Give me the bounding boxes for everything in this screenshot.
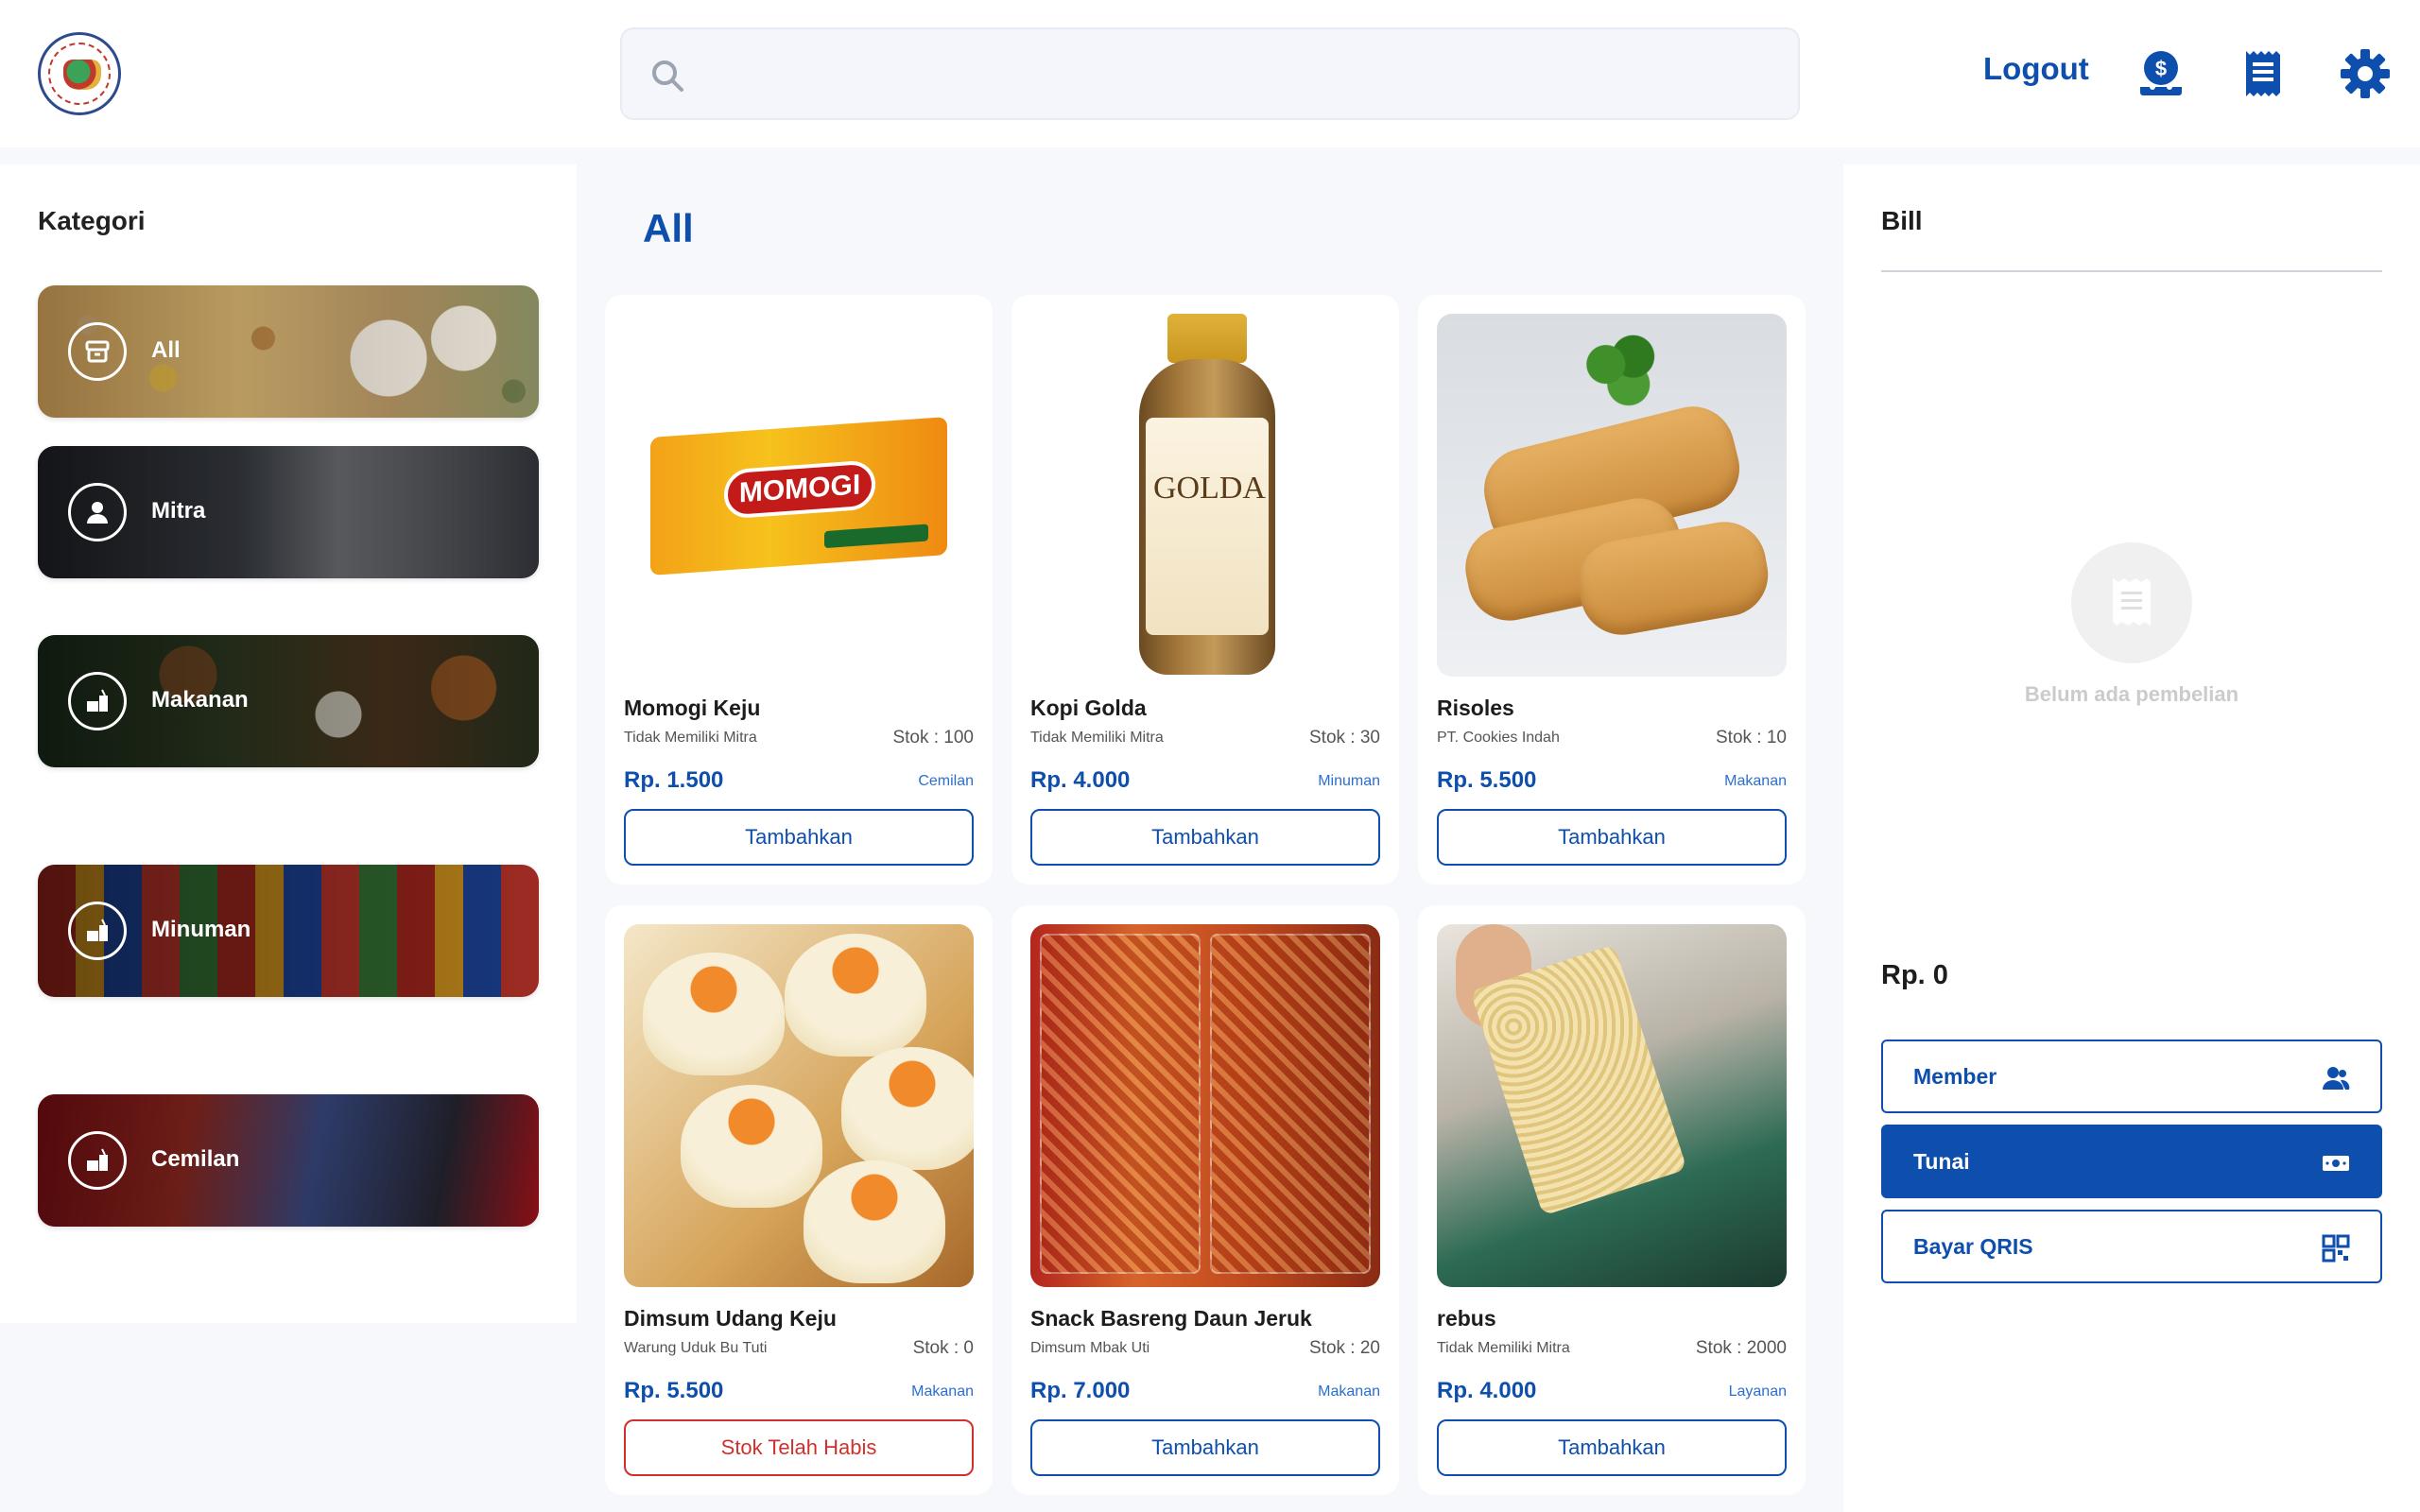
- top-header: Logout $: [0, 0, 2420, 147]
- category-label: Minuman: [151, 917, 251, 942]
- product-card: GOLDA Kopi Golda Tidak Memiliki Mitra St…: [1011, 295, 1399, 885]
- cooperative-logo[interactable]: [38, 32, 121, 115]
- add-to-bill-button[interactable]: Tambahkan: [1030, 1419, 1380, 1476]
- out-of-stock-button[interactable]: Stok Telah Habis: [624, 1419, 974, 1476]
- product-price: Rp. 5.500: [1437, 767, 1537, 793]
- product-name: Snack Basreng Daun Jeruk: [1030, 1306, 1312, 1331]
- product-mitra: Dimsum Mbak Uti: [1030, 1340, 1150, 1356]
- add-to-bill-button[interactable]: Tambahkan: [1437, 1419, 1787, 1476]
- product-mitra: PT. Cookies Indah: [1437, 730, 1560, 746]
- product-stock: Stok : 10: [1716, 728, 1787, 747]
- product-category: Minuman: [1318, 773, 1380, 789]
- category-label: Cemilan: [151, 1146, 240, 1172]
- bill-title: Bill: [1881, 206, 1923, 235]
- page-title: All: [643, 206, 694, 250]
- product-image: [1437, 924, 1787, 1287]
- logout-button[interactable]: Logout: [1983, 51, 2089, 87]
- search-icon: [652, 60, 683, 92]
- svg-text:$: $: [2155, 57, 2167, 80]
- product-price: Rp. 7.000: [1030, 1378, 1131, 1403]
- category-label: All: [151, 337, 181, 363]
- pay-option-label: Tunai: [1913, 1149, 1970, 1174]
- product-category: Makanan: [911, 1383, 974, 1400]
- product-name: Kopi Golda: [1030, 696, 1147, 720]
- empty-bill-message: Belum ada pembelian: [2024, 682, 2239, 706]
- bottle-brand-text: GOLDA: [1153, 471, 1266, 506]
- search-input[interactable]: [707, 48, 1766, 101]
- add-to-bill-button[interactable]: Tambahkan: [1030, 809, 1380, 866]
- product-mitra: Tidak Memiliki Mitra: [1030, 730, 1164, 746]
- payment-icon[interactable]: $: [2135, 47, 2187, 100]
- product-price: Rp. 1.500: [624, 767, 724, 793]
- product-mitra: Tidak Memiliki Mitra: [1437, 1340, 1570, 1356]
- product-name: Risoles: [1437, 696, 1514, 720]
- food-icon: [68, 902, 127, 960]
- product-category: Makanan: [1318, 1383, 1380, 1400]
- category-minuman[interactable]: Minuman: [38, 865, 539, 997]
- product-image: GOLDA: [1030, 314, 1380, 677]
- product-category: Layanan: [1728, 1383, 1787, 1400]
- cash-icon: [2323, 1156, 2349, 1171]
- category-sidebar: Kategori All Mitra Makanan Minuman Cemil…: [0, 164, 577, 1323]
- food-icon: [68, 1131, 127, 1190]
- product-category: Cemilan: [918, 773, 974, 789]
- pay-option-label: Member: [1913, 1064, 1997, 1089]
- product-stock: Stok : 2000: [1695, 1338, 1787, 1358]
- product-category: Makanan: [1724, 773, 1787, 789]
- food-icon: [68, 672, 127, 730]
- category-all[interactable]: All: [38, 285, 539, 418]
- product-image: MOMOGI: [624, 314, 974, 677]
- qris-button[interactable]: Bayar QRIS: [1881, 1210, 2382, 1283]
- product-stock: Stok : 20: [1309, 1338, 1380, 1358]
- product-mitra: Tidak Memiliki Mitra: [624, 730, 757, 746]
- empty-receipt-icon: [2071, 542, 2192, 663]
- product-image: [1437, 314, 1787, 677]
- product-stock: Stok : 30: [1309, 728, 1380, 747]
- category-cemilan[interactable]: Cemilan: [38, 1094, 539, 1227]
- product-name: Dimsum Udang Keju: [624, 1306, 837, 1331]
- person-icon: [68, 483, 127, 541]
- product-name: Momogi Keju: [624, 696, 761, 720]
- product-price: Rp. 4.000: [1437, 1378, 1537, 1403]
- product-price: Rp. 5.500: [624, 1378, 724, 1403]
- product-image: [1030, 924, 1380, 1287]
- bill-total: Rp. 0: [1881, 960, 1948, 990]
- receipt-icon[interactable]: [2237, 47, 2290, 100]
- add-to-bill-button[interactable]: Tambahkan: [624, 809, 974, 866]
- member-button[interactable]: Member: [1881, 1040, 2382, 1113]
- product-card: Risoles PT. Cookies Indah Stok : 10 Rp. …: [1418, 295, 1806, 885]
- category-mitra[interactable]: Mitra: [38, 446, 539, 578]
- product-card: Dimsum Udang Keju Warung Uduk Bu Tuti St…: [605, 905, 993, 1495]
- box-icon: [68, 322, 127, 381]
- sidebar-title: Kategori: [38, 206, 146, 235]
- category-label: Mitra: [151, 498, 206, 524]
- product-stock: Stok : 0: [912, 1338, 974, 1358]
- product-price: Rp. 4.000: [1030, 767, 1131, 793]
- product-image: [624, 924, 974, 1287]
- product-stock: Stok : 100: [892, 728, 974, 747]
- product-name: rebus: [1437, 1306, 1496, 1331]
- search-bar[interactable]: [620, 27, 1800, 120]
- add-to-bill-button[interactable]: Tambahkan: [1437, 809, 1787, 866]
- product-mitra: Warung Uduk Bu Tuti: [624, 1340, 768, 1356]
- category-label: Makanan: [151, 687, 249, 713]
- cash-button[interactable]: Tunai: [1881, 1125, 2382, 1198]
- product-card: rebus Tidak Memiliki Mitra Stok : 2000 R…: [1418, 905, 1806, 1495]
- bill-panel: Bill Belum ada pembelian Rp. 0 Member Tu…: [1843, 164, 2420, 1512]
- category-makanan[interactable]: Makanan: [38, 635, 539, 767]
- member-icon: [2323, 1067, 2350, 1090]
- product-card: MOMOGI Momogi Keju Tidak Memiliki Mitra …: [605, 295, 993, 885]
- gear-icon[interactable]: [2339, 47, 2392, 100]
- product-card: Snack Basreng Daun Jeruk Dimsum Mbak Uti…: [1011, 905, 1399, 1495]
- qr-icon: [2322, 1234, 2350, 1263]
- divider: [1881, 270, 2382, 272]
- pay-option-label: Bayar QRIS: [1913, 1234, 2033, 1259]
